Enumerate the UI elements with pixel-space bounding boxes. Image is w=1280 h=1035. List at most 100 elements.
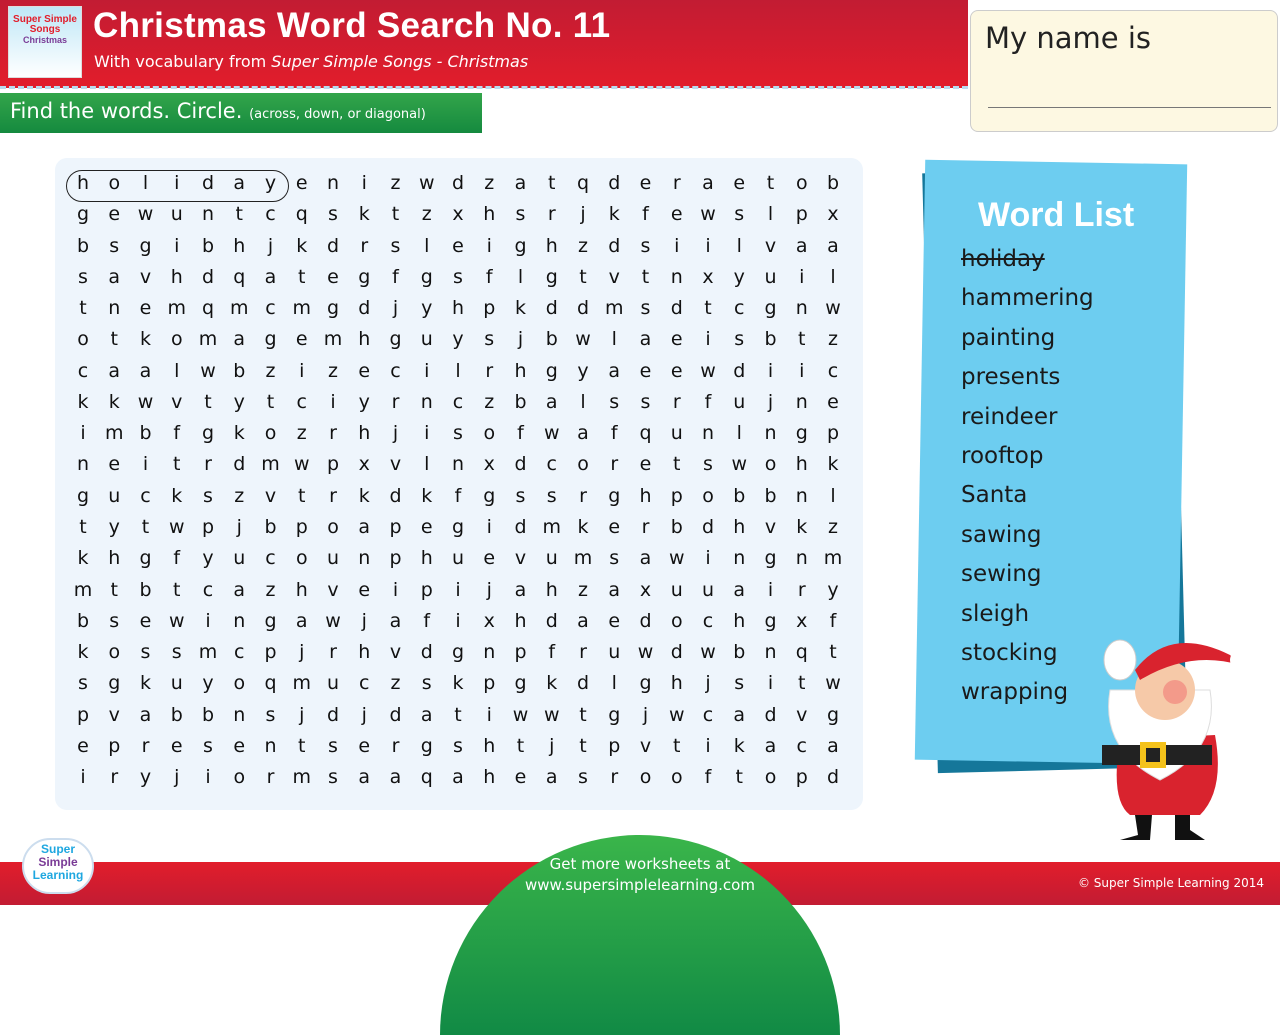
grid-cell[interactable]: w	[821, 672, 845, 694]
grid-cell[interactable]: g	[759, 610, 783, 632]
grid-cell[interactable]: g	[321, 297, 345, 319]
grid-cell[interactable]: e	[446, 235, 470, 257]
grid-cell[interactable]: a	[634, 547, 658, 569]
grid-cell[interactable]: n	[446, 453, 470, 475]
grid-cell[interactable]: m	[259, 453, 283, 475]
grid-cell[interactable]: y	[196, 672, 220, 694]
grid-cell[interactable]: l	[759, 203, 783, 225]
grid-cell[interactable]: o	[665, 610, 689, 632]
grid-cell[interactable]: t	[509, 735, 533, 757]
grid-cell[interactable]: r	[602, 453, 626, 475]
grid-cell[interactable]: m	[196, 328, 220, 350]
grid-cell[interactable]: s	[71, 266, 95, 288]
grid-cell[interactable]: c	[259, 203, 283, 225]
grid-cell[interactable]: u	[227, 547, 251, 569]
grid-cell[interactable]: n	[227, 704, 251, 726]
grid-cell[interactable]: j	[352, 610, 376, 632]
grid-cell[interactable]: u	[540, 547, 564, 569]
grid-cell[interactable]: m	[821, 547, 845, 569]
grid-cell[interactable]: s	[727, 203, 751, 225]
grid-cell[interactable]: t	[759, 172, 783, 194]
grid-cell[interactable]: n	[759, 641, 783, 663]
grid-cell[interactable]: m	[290, 672, 314, 694]
grid-cell[interactable]: e	[71, 735, 95, 757]
grid-cell[interactable]: a	[290, 610, 314, 632]
grid-cell[interactable]: d	[321, 235, 345, 257]
grid-cell[interactable]: s	[571, 766, 595, 788]
grid-cell[interactable]: j	[290, 704, 314, 726]
grid-cell[interactable]: w	[821, 297, 845, 319]
grid-cell[interactable]: s	[727, 328, 751, 350]
grid-cell[interactable]: a	[134, 704, 158, 726]
grid-cell[interactable]: i	[196, 766, 220, 788]
grid-cell[interactable]: j	[352, 704, 376, 726]
grid-cell[interactable]: i	[71, 422, 95, 444]
grid-cell[interactable]: s	[634, 235, 658, 257]
grid-cell[interactable]: b	[134, 579, 158, 601]
grid-cell[interactable]: a	[102, 360, 126, 382]
grid-cell[interactable]: f	[446, 485, 470, 507]
grid-cell[interactable]: n	[727, 547, 751, 569]
grid-cell[interactable]: q	[415, 766, 439, 788]
grid-cell[interactable]: y	[446, 328, 470, 350]
grid-cell[interactable]: k	[134, 328, 158, 350]
grid-cell[interactable]: v	[384, 453, 408, 475]
grid-cell[interactable]: v	[790, 704, 814, 726]
grid-cell[interactable]: n	[790, 391, 814, 413]
grid-cell[interactable]: e	[134, 297, 158, 319]
grid-cell[interactable]: h	[477, 766, 501, 788]
grid-cell[interactable]: a	[352, 516, 376, 538]
grid-cell[interactable]: p	[602, 735, 626, 757]
grid-cell[interactable]: g	[759, 547, 783, 569]
grid-cell[interactable]: s	[696, 453, 720, 475]
grid-cell[interactable]: g	[259, 610, 283, 632]
grid-cell[interactable]: i	[696, 328, 720, 350]
grid-cell[interactable]: k	[415, 485, 439, 507]
grid-cell[interactable]: p	[384, 516, 408, 538]
grid-cell[interactable]: t	[727, 766, 751, 788]
grid-cell[interactable]: g	[634, 672, 658, 694]
grid-cell[interactable]: c	[196, 579, 220, 601]
grid-cell[interactable]: s	[259, 704, 283, 726]
grid-cell[interactable]: v	[259, 485, 283, 507]
grid-cell[interactable]: k	[509, 297, 533, 319]
grid-cell[interactable]: b	[540, 328, 564, 350]
grid-cell[interactable]: i	[415, 422, 439, 444]
grid-cell[interactable]: y	[415, 297, 439, 319]
grid-cell[interactable]: x	[696, 266, 720, 288]
grid-cell[interactable]: t	[384, 203, 408, 225]
grid-cell[interactable]: p	[415, 579, 439, 601]
grid-cell[interactable]: v	[759, 516, 783, 538]
grid-cell[interactable]: n	[321, 172, 345, 194]
grid-cell[interactable]: z	[259, 360, 283, 382]
grid-cell[interactable]: i	[352, 172, 376, 194]
grid-cell[interactable]: s	[134, 641, 158, 663]
grid-cell[interactable]: e	[727, 172, 751, 194]
grid-cell[interactable]: d	[759, 704, 783, 726]
grid-cell[interactable]: d	[665, 641, 689, 663]
grid-cell[interactable]: e	[665, 203, 689, 225]
grid-cell[interactable]: r	[321, 641, 345, 663]
grid-cell[interactable]: k	[821, 453, 845, 475]
grid-cell[interactable]: i	[759, 579, 783, 601]
grid-cell[interactable]: k	[352, 203, 376, 225]
grid-cell[interactable]: r	[665, 391, 689, 413]
grid-cell[interactable]: d	[384, 704, 408, 726]
grid-cell[interactable]: j	[571, 203, 595, 225]
grid-cell[interactable]: e	[321, 266, 345, 288]
grid-cell[interactable]: g	[352, 266, 376, 288]
grid-cell[interactable]: f	[384, 266, 408, 288]
grid-cell[interactable]: t	[71, 516, 95, 538]
grid-cell[interactable]: e	[477, 547, 501, 569]
grid-cell[interactable]: x	[634, 579, 658, 601]
grid-cell[interactable]: c	[134, 485, 158, 507]
grid-cell[interactable]: t	[71, 297, 95, 319]
grid-cell[interactable]: p	[509, 641, 533, 663]
grid-cell[interactable]: c	[696, 610, 720, 632]
grid-cell[interactable]: r	[321, 485, 345, 507]
grid-cell[interactable]: k	[102, 391, 126, 413]
grid-cell[interactable]: o	[290, 547, 314, 569]
grid-cell[interactable]: u	[321, 547, 345, 569]
grid-cell[interactable]: t	[259, 391, 283, 413]
grid-cell[interactable]: s	[196, 735, 220, 757]
